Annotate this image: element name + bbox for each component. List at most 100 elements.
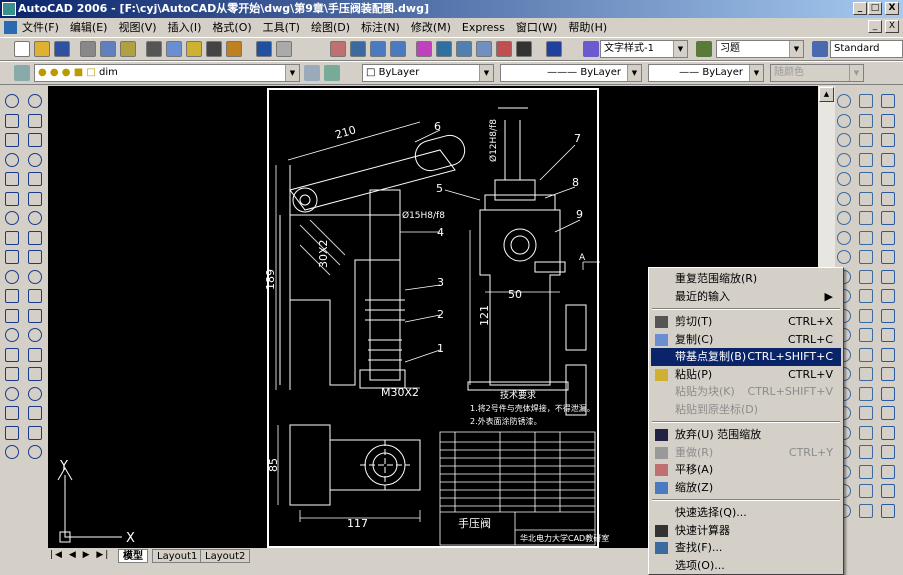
- modify-tool-icon[interactable]: [881, 503, 895, 518]
- text-style-select[interactable]: 文字样式-1 ▼: [600, 40, 688, 58]
- menu-file[interactable]: 文件(F): [22, 21, 59, 34]
- make-current-layer-icon[interactable]: [304, 65, 320, 81]
- modify-tool-icon[interactable]: [881, 464, 895, 479]
- menu-dimension[interactable]: 标注(N): [361, 21, 400, 34]
- draw-tool-icon[interactable]: [5, 269, 19, 284]
- toolbar-tool-icon[interactable]: [146, 41, 162, 57]
- zoom-tool-icon[interactable]: [837, 230, 851, 245]
- dimension-tool-icon[interactable]: [859, 464, 873, 479]
- toolbar-tool-icon[interactable]: [100, 41, 116, 57]
- modify-tool-icon[interactable]: [28, 113, 42, 128]
- zoom-tool-icon[interactable]: [837, 191, 851, 206]
- draw-tool-icon[interactable]: [5, 308, 19, 323]
- modify-tool-icon[interactable]: [881, 211, 895, 225]
- modify-tool-icon[interactable]: [881, 172, 895, 186]
- table-style-select[interactable]: Standard: [830, 40, 903, 58]
- toolbar-tool-icon[interactable]: [206, 41, 222, 57]
- modify-tool-icon[interactable]: [881, 328, 895, 342]
- menu-window[interactable]: 窗口(W): [516, 21, 557, 34]
- dimension-tool-icon[interactable]: [859, 386, 873, 401]
- text-style-icon[interactable]: [583, 41, 599, 57]
- dimension-tool-icon[interactable]: [859, 250, 873, 264]
- context-menu-item[interactable]: 剪切(T) CTRL+X: [651, 313, 841, 331]
- toolbar-tool-icon[interactable]: [436, 41, 452, 57]
- modify-tool-icon[interactable]: [28, 250, 42, 264]
- modify-tool-icon[interactable]: [881, 230, 895, 245]
- draw-tool-icon[interactable]: [5, 328, 19, 342]
- modify-tool-icon[interactable]: [881, 484, 895, 498]
- close-button[interactable]: X: [885, 2, 899, 15]
- context-menu-item[interactable]: 重复范围缩放(R): [651, 270, 841, 288]
- toolbar-tool-icon[interactable]: [456, 41, 472, 57]
- dimension-tool-icon[interactable]: [859, 503, 873, 518]
- zoom-tool-icon[interactable]: [837, 250, 851, 264]
- draw-tool-icon[interactable]: [5, 172, 19, 186]
- tab-nav-arrows[interactable]: |◀ ◀ ▶ ▶|: [50, 550, 110, 560]
- draw-tool-icon[interactable]: [5, 367, 19, 381]
- context-menu-item[interactable]: 选项(O)...: [651, 557, 841, 575]
- modify-tool-icon[interactable]: [28, 94, 42, 108]
- toolbar-tool-icon[interactable]: [390, 41, 406, 57]
- modify-tool-icon[interactable]: [28, 289, 42, 303]
- draw-tool-icon[interactable]: [5, 386, 19, 401]
- menu-format[interactable]: 格式(O): [212, 21, 251, 34]
- layer-select[interactable]: ● ● ● ■ □ dim ▼: [34, 64, 300, 82]
- chevron-down-icon[interactable]: ▼: [749, 65, 763, 81]
- draw-tool-icon[interactable]: [5, 133, 19, 147]
- modify-tool-icon[interactable]: [881, 250, 895, 264]
- toolbar-tool-icon[interactable]: [256, 41, 272, 57]
- modify-tool-icon[interactable]: [28, 211, 42, 225]
- color-select[interactable]: □ ByLayer ▼: [362, 64, 494, 82]
- modify-tool-icon[interactable]: [881, 367, 895, 381]
- doc-minimize-button[interactable]: _: [868, 20, 882, 33]
- context-menu-item[interactable]: 粘贴(P) CTRL+V: [651, 366, 841, 384]
- draw-tool-icon[interactable]: [5, 250, 19, 264]
- dimension-tool-icon[interactable]: [859, 367, 873, 381]
- menu-tools[interactable]: 工具(T): [263, 21, 300, 34]
- toolbar-tool-icon[interactable]: [276, 41, 292, 57]
- menu-express[interactable]: Express: [462, 21, 505, 34]
- zoom-tool-icon[interactable]: [837, 211, 851, 225]
- toolbar-tool-icon[interactable]: [120, 41, 136, 57]
- tab-layout1[interactable]: Layout1: [152, 549, 203, 563]
- dimension-tool-icon[interactable]: [859, 152, 873, 167]
- menu-insert[interactable]: 插入(I): [168, 21, 202, 34]
- modify-tool-icon[interactable]: [28, 308, 42, 323]
- toolbar-tool-icon[interactable]: [166, 41, 182, 57]
- scroll-up-button[interactable]: ▲: [819, 87, 834, 102]
- draw-tool-icon[interactable]: [5, 347, 19, 362]
- dimension-tool-icon[interactable]: [859, 113, 873, 128]
- dim-style-select[interactable]: 习题 ▼: [716, 40, 804, 58]
- menu-edit[interactable]: 编辑(E): [70, 21, 108, 34]
- dimension-tool-icon[interactable]: [859, 484, 873, 498]
- dimension-tool-icon[interactable]: [859, 445, 873, 459]
- dimension-tool-icon[interactable]: [859, 211, 873, 225]
- tab-model[interactable]: 模型: [118, 549, 148, 563]
- minimize-button[interactable]: _: [853, 2, 867, 15]
- zoom-tool-icon[interactable]: [837, 152, 851, 167]
- dimension-tool-icon[interactable]: [859, 94, 873, 108]
- dim-style-icon[interactable]: [696, 41, 712, 57]
- context-menu-item[interactable]: 查找(F)...: [651, 539, 841, 557]
- menu-help[interactable]: 帮助(H): [568, 21, 607, 34]
- modify-tool-icon[interactable]: [881, 445, 895, 459]
- modify-tool-icon[interactable]: [881, 406, 895, 420]
- zoom-tool-icon[interactable]: [837, 133, 851, 147]
- toolbar-tool-icon[interactable]: [226, 41, 242, 57]
- chevron-down-icon[interactable]: ▼: [673, 41, 687, 57]
- layer-previous-icon[interactable]: [324, 65, 340, 81]
- context-menu-item[interactable]: 带基点复制(B) CTRL+SHIFT+C: [651, 348, 841, 366]
- modify-tool-icon[interactable]: [28, 152, 42, 167]
- modify-tool-icon[interactable]: [28, 386, 42, 401]
- modify-tool-icon[interactable]: [881, 386, 895, 401]
- context-menu-item[interactable]: 平移(A): [651, 461, 841, 479]
- toolbar-tool-icon[interactable]: [546, 41, 562, 57]
- modify-tool-icon[interactable]: [881, 269, 895, 284]
- draw-tool-icon[interactable]: [5, 191, 19, 206]
- dimension-tool-icon[interactable]: [859, 269, 873, 284]
- zoom-tool-icon[interactable]: [837, 113, 851, 128]
- modify-tool-icon[interactable]: [28, 172, 42, 186]
- context-menu-item[interactable]: 快速选择(Q)...: [651, 504, 841, 522]
- toolbar-tool-icon[interactable]: [416, 41, 432, 57]
- context-menu-item[interactable]: 快速计算器: [651, 522, 841, 540]
